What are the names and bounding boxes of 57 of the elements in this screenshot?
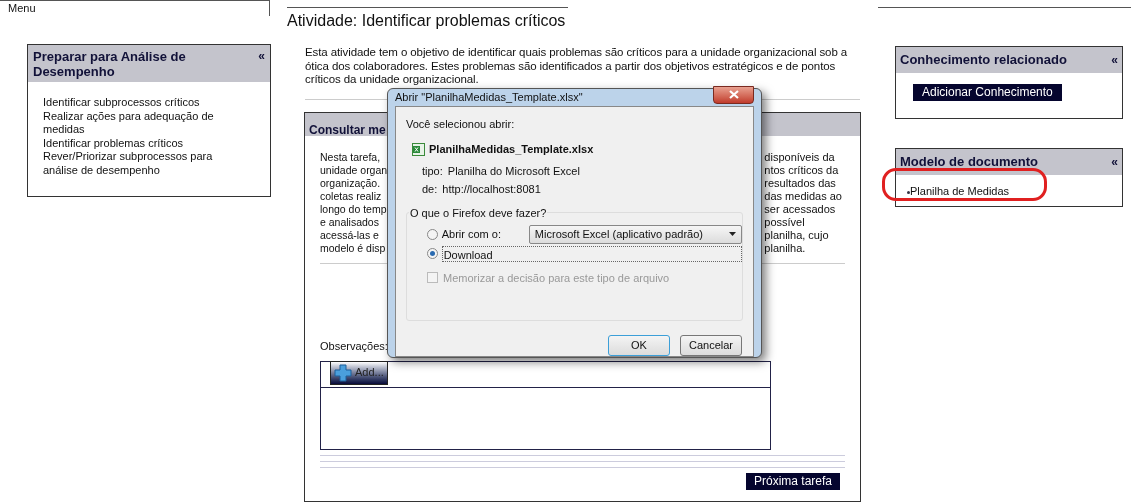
field-value: Planilha do Microsoft Excel: [447, 163, 580, 179]
dialog-button[interactable]: OK: [608, 334, 670, 356]
field-label: tipo:: [422, 163, 443, 179]
text-fragment: resultados das: [764, 176, 837, 190]
bullet-icon: [907, 191, 910, 195]
dialog-title: Abrir "PlanilhaMedidas_Template.xlsx": [395, 90, 583, 105]
dialog-button[interactable]: Cancelar: [680, 334, 742, 356]
file-name: PlanilhaMedidas_Template.xlsx: [429, 142, 594, 157]
sidebar-link[interactable]: Identificar problemas críticos: [43, 136, 250, 150]
text-fragment: organização.: [320, 176, 382, 190]
radio-button[interactable]: [427, 248, 438, 259]
page-title: Atividade: Identificar problemas críticos: [287, 11, 566, 31]
text-fragment: possível: [764, 215, 806, 229]
panel-title: Preparar para Análise de Desempenho: [33, 49, 187, 79]
option-label[interactable]: Abrir com o:: [441, 225, 525, 243]
text-fragment: acessá-las e: [320, 228, 380, 242]
sidebar-link[interactable]: Realizar ações para adequação de medidas: [43, 109, 250, 137]
collapse-button[interactable]: «: [258, 49, 265, 64]
intro-text: Você selecionou abrir:: [406, 116, 515, 132]
text-fragment: planilha, cujo: [764, 228, 830, 242]
option-label[interactable]: Download: [441, 245, 742, 262]
text-fragment: ntos críticos da: [764, 163, 840, 177]
text-fragment: Nesta tarefa,: [320, 150, 382, 164]
spreadsheet-icon: [412, 142, 425, 156]
observations-label: Observações:: [320, 339, 388, 353]
collapse-button[interactable]: «: [1111, 50, 1118, 70]
field-label: de:: [422, 182, 438, 197]
checkbox-label: Memorizar a decisão para este tipo de arquivo: [443, 270, 670, 286]
app-dropdown[interactable]: Microsoft Excel (aplicativo padrão): [528, 224, 742, 244]
caret-icon: [729, 232, 736, 236]
text-fragment: ser acessados: [764, 202, 837, 216]
text-fragment: das medidas ao: [764, 189, 842, 203]
sidebar-link[interactable]: Rever/Priorizar subprocessos para análise de desempenho: [43, 150, 250, 177]
panel-title: Modelo de documento: [900, 153, 1038, 171]
panel-title: Consultar me: [309, 122, 386, 137]
panel-title: Conhecimento relacionado: [900, 51, 1067, 69]
add-button[interactable]: Add...: [330, 360, 388, 385]
menu-label[interactable]: Menu: [0, 0, 270, 16]
text-fragment: longo do temp: [320, 202, 388, 216]
next-task-button[interactable]: Próxima tarefa: [745, 472, 840, 490]
collapse-button[interactable]: «: [1111, 152, 1118, 172]
text-fragment: e analisados: [320, 215, 380, 229]
text-fragment: planilha.: [764, 241, 807, 255]
dropdown-value: Microsoft Excel (aplicativo padrão): [534, 226, 703, 242]
text-fragment: modelo é disp: [320, 241, 387, 255]
activity-description: Esta atividade tem o objetivo de identificar quais problemas são críticos para a unidade organizacional sob a ótica dos colaboradores. Estes problemas são identificados a partir dos objetivos estratégicos e de pontos críticos da unidade organizacional.: [305, 46, 849, 87]
sidebar-link[interactable]: Identificar subprocessos críticos: [43, 96, 250, 110]
add-knowledge-button[interactable]: Adicionar Conhecimento: [913, 83, 1062, 101]
document-link[interactable]: Planilha de Medidas: [910, 182, 1010, 199]
close-icon: [728, 90, 739, 100]
close-button[interactable]: [713, 85, 754, 104]
radio-button[interactable]: [427, 228, 438, 240]
text-fragment: disponíveis da: [764, 150, 836, 164]
field-value: http://localhost:8081: [442, 182, 541, 197]
text-fragment: coletas realiz: [320, 189, 383, 203]
plus-icon: [334, 363, 352, 382]
text-fragment: unidade organ: [320, 163, 388, 177]
